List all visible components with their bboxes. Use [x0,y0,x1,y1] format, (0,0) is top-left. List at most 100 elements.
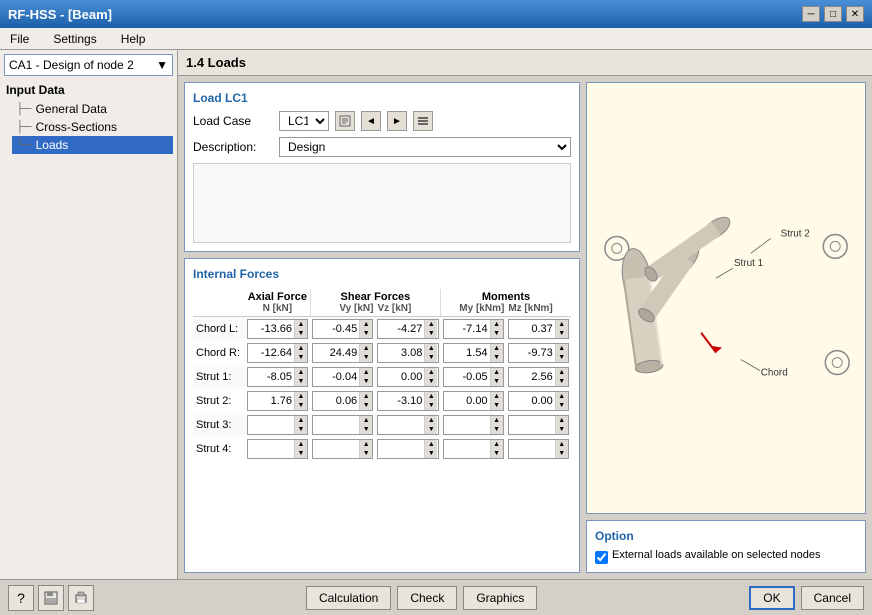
spin-mz-up-0[interactable]: ▲ [556,320,568,329]
spin-n-up-5[interactable]: ▲ [295,440,307,449]
input-n-2[interactable] [248,368,294,386]
input-my-3[interactable] [444,392,490,410]
input-n-5[interactable] [248,440,294,458]
spinner-vz-1[interactable]: ▲ ▼ [377,343,438,363]
spin-mz-up-1[interactable]: ▲ [556,344,568,353]
input-vy-1[interactable] [313,344,359,362]
spin-mz-down-3[interactable]: ▼ [556,401,568,410]
spinner-n-4[interactable]: ▲ ▼ [247,415,308,435]
minimize-button[interactable]: ─ [802,6,820,22]
input-n-4[interactable] [248,416,294,434]
input-my-0[interactable] [444,320,490,338]
check-button[interactable]: Check [397,586,457,610]
input-n-1[interactable] [248,344,294,362]
input-mz-0[interactable] [509,320,555,338]
input-mz-5[interactable] [509,440,555,458]
spinner-vz-4[interactable]: ▲ ▼ [377,415,438,435]
close-button[interactable]: ✕ [846,6,864,22]
input-my-4[interactable] [444,416,490,434]
input-my-1[interactable] [444,344,490,362]
input-mz-3[interactable] [509,392,555,410]
spin-my-up-5[interactable]: ▲ [491,440,503,449]
spinner-my-5[interactable]: ▲ ▼ [443,439,504,459]
load-case-next-button[interactable]: ► [387,111,407,131]
spin-my-down-2[interactable]: ▼ [491,377,503,386]
menu-file[interactable]: File [4,30,35,48]
input-vy-4[interactable] [313,416,359,434]
description-select[interactable]: Design [279,137,571,157]
spin-vy-down-2[interactable]: ▼ [360,377,372,386]
spin-vz-up-1[interactable]: ▲ [425,344,437,353]
spin-vz-up-5[interactable]: ▲ [425,440,437,449]
spinner-vz-5[interactable]: ▲ ▼ [377,439,438,459]
spin-my-up-1[interactable]: ▲ [491,344,503,353]
spin-mz-up-3[interactable]: ▲ [556,392,568,401]
load-case-edit-button[interactable] [335,111,355,131]
spin-mz-up-4[interactable]: ▲ [556,416,568,425]
input-vy-5[interactable] [313,440,359,458]
spin-vy-up-0[interactable]: ▲ [360,320,372,329]
spin-mz-down-5[interactable]: ▼ [556,449,568,458]
menu-settings[interactable]: Settings [47,30,102,48]
spin-n-down-0[interactable]: ▼ [295,329,307,338]
spinner-n-2[interactable]: ▲ ▼ [247,367,308,387]
spin-my-down-5[interactable]: ▼ [491,449,503,458]
spin-mz-down-2[interactable]: ▼ [556,377,568,386]
spin-n-up-0[interactable]: ▲ [295,320,307,329]
spinner-n-0[interactable]: ▲ ▼ [247,319,308,339]
spin-vz-down-2[interactable]: ▼ [425,377,437,386]
input-my-5[interactable] [444,440,490,458]
input-vz-3[interactable] [378,392,424,410]
spin-my-down-0[interactable]: ▼ [491,329,503,338]
load-case-list-button[interactable] [413,111,433,131]
maximize-button[interactable]: □ [824,6,842,22]
cancel-button[interactable]: Cancel [801,586,864,610]
spinner-mz-3[interactable]: ▲ ▼ [508,391,569,411]
design-case-dropdown[interactable]: CA1 - Design of node 2 ▼ [4,54,173,76]
spinner-n-5[interactable]: ▲ ▼ [247,439,308,459]
spin-vz-down-5[interactable]: ▼ [425,449,437,458]
spin-my-up-2[interactable]: ▲ [491,368,503,377]
spin-vz-down-3[interactable]: ▼ [425,401,437,410]
sidebar-item-loads[interactable]: └─ Loads [12,136,173,154]
input-mz-4[interactable] [509,416,555,434]
spinner-my-3[interactable]: ▲ ▼ [443,391,504,411]
spin-mz-down-1[interactable]: ▼ [556,353,568,362]
spin-vz-up-4[interactable]: ▲ [425,416,437,425]
spin-mz-down-4[interactable]: ▼ [556,425,568,434]
spin-my-up-3[interactable]: ▲ [491,392,503,401]
spinner-mz-4[interactable]: ▲ ▼ [508,415,569,435]
spinner-vy-4[interactable]: ▲ ▼ [312,415,373,435]
spin-my-up-4[interactable]: ▲ [491,416,503,425]
spinner-my-0[interactable]: ▲ ▼ [443,319,504,339]
spinner-my-4[interactable]: ▲ ▼ [443,415,504,435]
print-icon-button[interactable] [68,585,94,611]
input-mz-2[interactable] [509,368,555,386]
menu-help[interactable]: Help [115,30,152,48]
help-icon-button[interactable]: ? [8,585,34,611]
spinner-vy-5[interactable]: ▲ ▼ [312,439,373,459]
input-vz-5[interactable] [378,440,424,458]
spinner-my-1[interactable]: ▲ ▼ [443,343,504,363]
spin-mz-down-0[interactable]: ▼ [556,329,568,338]
graphics-button[interactable]: Graphics [463,586,537,610]
spin-n-down-1[interactable]: ▼ [295,353,307,362]
spin-my-down-4[interactable]: ▼ [491,425,503,434]
spinner-mz-1[interactable]: ▲ ▼ [508,343,569,363]
spinner-vy-3[interactable]: ▲ ▼ [312,391,373,411]
input-n-3[interactable] [248,392,294,410]
sidebar-item-cross-sections[interactable]: ├─ Cross-Sections [12,118,173,136]
input-vz-0[interactable] [378,320,424,338]
spin-mz-up-5[interactable]: ▲ [556,440,568,449]
spin-vy-up-3[interactable]: ▲ [360,392,372,401]
spin-my-down-3[interactable]: ▼ [491,401,503,410]
input-vz-2[interactable] [378,368,424,386]
spin-n-down-3[interactable]: ▼ [295,401,307,410]
input-my-2[interactable] [444,368,490,386]
spin-vz-down-4[interactable]: ▼ [425,425,437,434]
spin-n-down-2[interactable]: ▼ [295,377,307,386]
spin-my-up-0[interactable]: ▲ [491,320,503,329]
spin-n-up-3[interactable]: ▲ [295,392,307,401]
spin-vz-down-1[interactable]: ▼ [425,353,437,362]
spinner-vz-0[interactable]: ▲ ▼ [377,319,438,339]
